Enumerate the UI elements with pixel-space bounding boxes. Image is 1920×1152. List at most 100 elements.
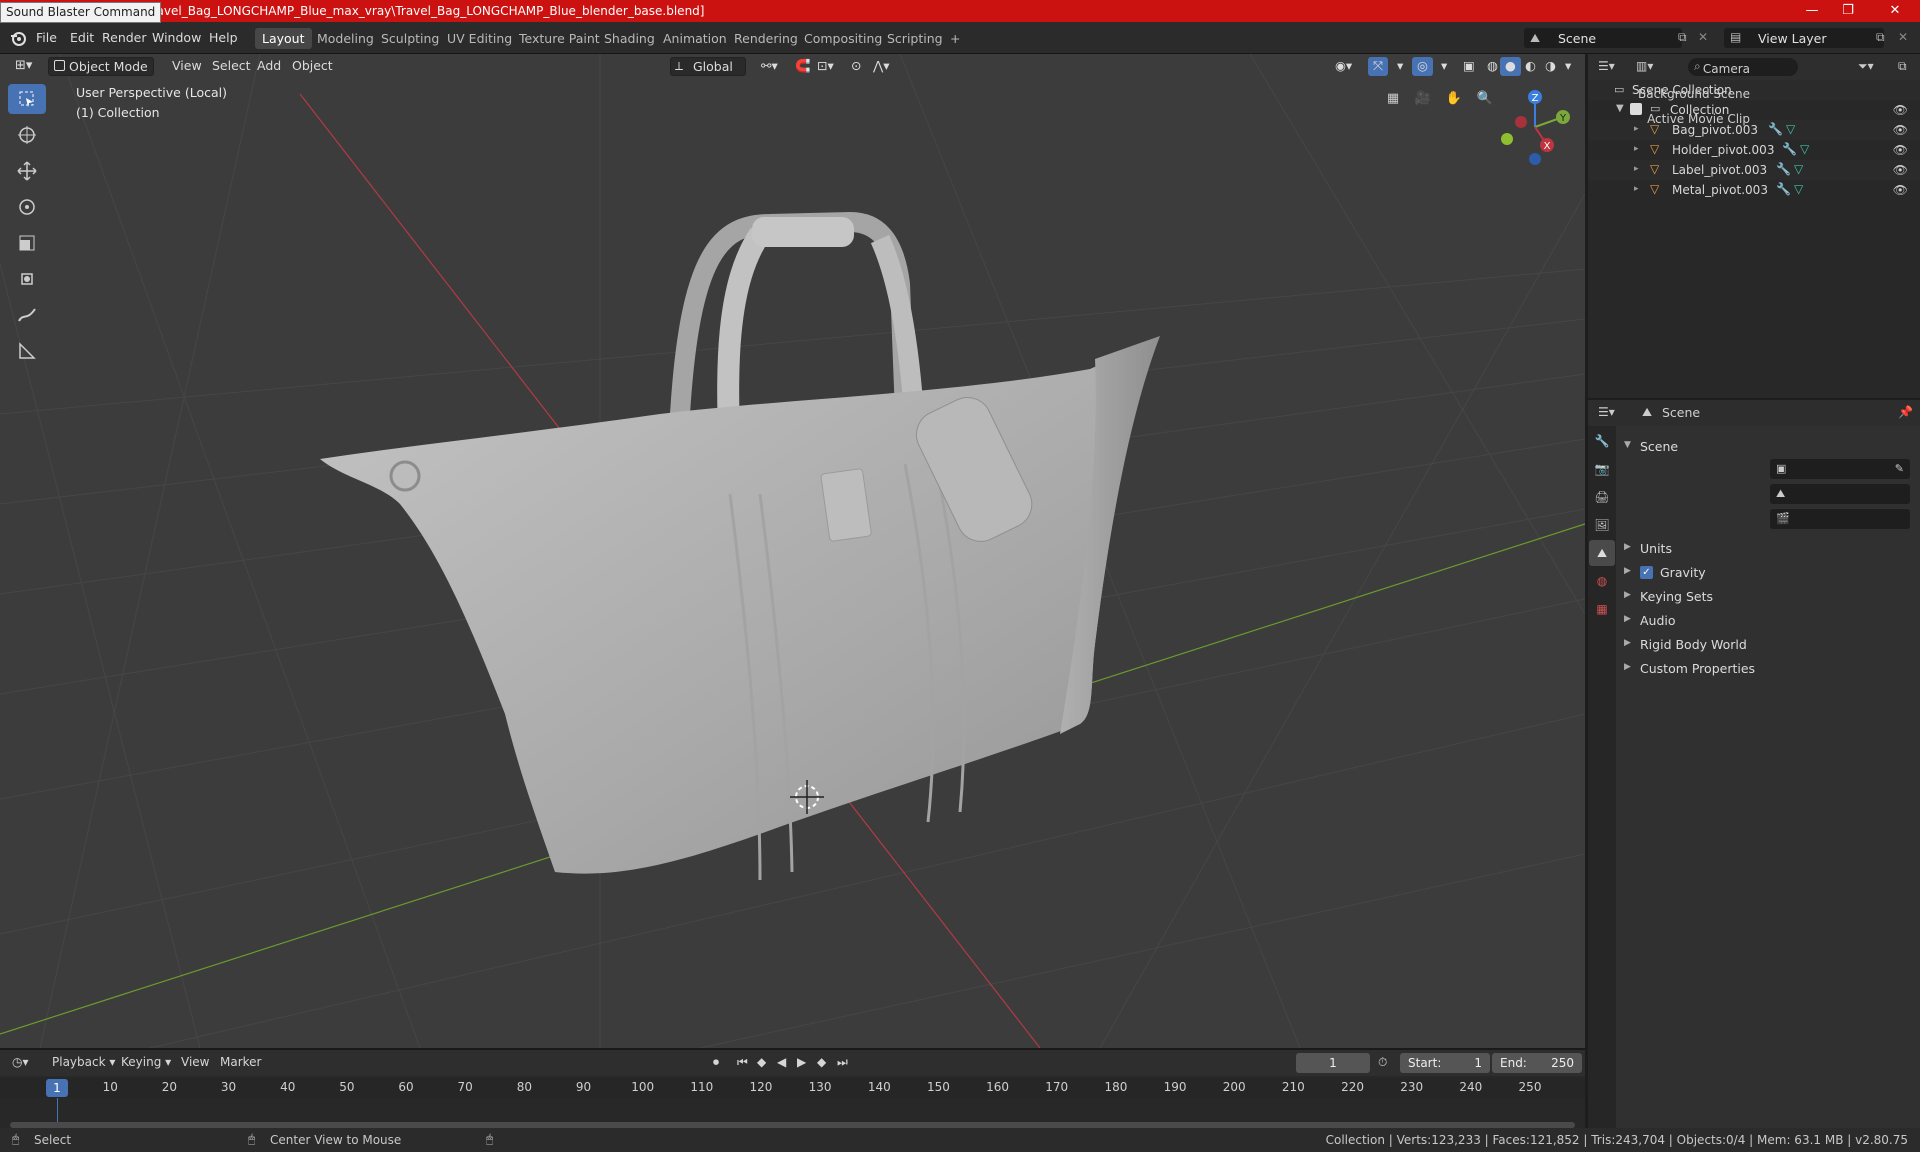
eyedropper-icon[interactable]: ✎: [1895, 462, 1904, 475]
current-frame-field[interactable]: 1: [1296, 1053, 1370, 1073]
background-scene-field[interactable]: ⛰: [1770, 484, 1910, 504]
output-tab-icon[interactable]: 🖨: [1589, 484, 1615, 510]
solid-shading-icon[interactable]: ●: [1500, 57, 1521, 76]
mesh-data-icon[interactable]: ▽: [1800, 142, 1809, 156]
falloff-icon[interactable]: ⋀▾: [868, 57, 895, 76]
mesh-data-icon[interactable]: ▽: [1794, 162, 1803, 176]
navigation-gizmo[interactable]: Z Y X: [1495, 87, 1575, 167]
scene-section-header[interactable]: ▼ Scene: [1618, 436, 1920, 458]
workspace-tab-animation[interactable]: Animation: [656, 28, 734, 49]
keying-menu[interactable]: Keying ▾: [121, 1055, 171, 1069]
viewport-menu-object[interactable]: Object: [287, 57, 338, 76]
select-box-tool-icon[interactable]: [8, 84, 46, 114]
workspace-tab-texture-paint[interactable]: Texture Paint: [512, 28, 607, 49]
outliner-row-object[interactable]: ▸ ▽ Metal_pivot.003 🔧 ▽ 👁: [1588, 180, 1920, 200]
editor-type-icon[interactable]: ⊞▾: [10, 57, 37, 76]
panel-keying-sets[interactable]: ▶ Keying Sets: [1618, 586, 1920, 608]
jump-end-icon[interactable]: ⏭: [837, 1055, 848, 1070]
timeline-view-menu[interactable]: View: [181, 1055, 209, 1069]
gizmo-dropdown-icon[interactable]: ▾: [1392, 57, 1408, 76]
outliner-row-object[interactable]: ▸ ▽ Holder_pivot.003 🔧 ▽ 👁: [1588, 140, 1920, 160]
annotate-tool-icon[interactable]: [8, 300, 46, 330]
gravity-checkbox[interactable]: ✓: [1640, 566, 1653, 579]
gizmo-toggle-icon[interactable]: ⤧: [1368, 57, 1389, 76]
prev-keyframe-icon[interactable]: ◆: [757, 1055, 766, 1069]
workspace-tab-scripting[interactable]: Scripting: [880, 28, 950, 49]
menu-file[interactable]: File: [32, 28, 61, 47]
play-reverse-icon[interactable]: ◀: [777, 1055, 786, 1069]
visibility-icon[interactable]: ◉▾: [1330, 57, 1357, 76]
snap-target-icon[interactable]: ⊡▾: [812, 57, 839, 76]
pivot-point-icon[interactable]: ⚯▾: [756, 57, 783, 76]
filter-icon[interactable]: ⏷▾: [1858, 59, 1874, 74]
panel-rigid-body-world[interactable]: ▶ Rigid Body World: [1618, 634, 1920, 656]
material-shading-icon[interactable]: ◐: [1520, 57, 1541, 76]
frame-ruler[interactable]: 10 20 30 40 50 60 70 80 90 100 110 120 130 140 150 160 1…: [0, 1078, 1585, 1098]
view-layer-tab-icon[interactable]: 🖼: [1589, 512, 1615, 538]
current-frame-indicator[interactable]: 1: [46, 1079, 68, 1097]
scale-tool-icon[interactable]: [8, 228, 46, 258]
cursor-tool-icon[interactable]: [8, 120, 46, 150]
ortho-toggle-icon[interactable]: ▦: [1380, 85, 1406, 111]
pin-icon[interactable]: 📌: [1898, 405, 1913, 419]
properties-editor-type-icon[interactable]: ☰▾: [1598, 405, 1615, 419]
minimize-button[interactable]: —: [1797, 2, 1827, 20]
workspace-tab-sculpting[interactable]: Sculpting: [374, 28, 446, 49]
mesh-data-icon[interactable]: ▽: [1794, 182, 1803, 196]
pan-view-icon[interactable]: ✋: [1441, 85, 1467, 111]
new-collection-icon[interactable]: ⧉: [1898, 59, 1907, 74]
panel-custom-properties[interactable]: ▶ Custom Properties: [1618, 658, 1920, 680]
modifier-wrench-icon[interactable]: 🔧: [1776, 162, 1791, 176]
playback-menu[interactable]: Playback ▾: [52, 1055, 115, 1069]
scene-selector[interactable]: Scene: [1524, 28, 1682, 48]
tool-tab-icon[interactable]: 🔧: [1589, 428, 1615, 454]
timeline-editor-type-icon[interactable]: ◷▾: [12, 1055, 29, 1069]
visibility-eye-icon[interactable]: 👁: [1893, 183, 1908, 197]
modifier-wrench-icon[interactable]: 🔧: [1782, 142, 1797, 156]
overlay-dropdown-icon[interactable]: ▾: [1436, 57, 1452, 76]
menu-edit[interactable]: Edit: [66, 28, 98, 47]
record-icon[interactable]: ⏺: [713, 1055, 719, 1070]
rotate-tool-icon[interactable]: [8, 192, 46, 222]
stopwatch-icon[interactable]: ⏱: [1378, 1055, 1387, 1070]
close-button[interactable]: ✕: [1880, 2, 1910, 20]
delete-view-layer-icon[interactable]: ✕: [1898, 30, 1908, 44]
jump-start-icon[interactable]: ⏮: [737, 1055, 748, 1070]
viewport-menu-view[interactable]: View: [167, 57, 207, 76]
3d-viewport[interactable]: ⊞▾ Object Mode View Select Add Object Gl…: [0, 54, 1585, 1048]
add-workspace-button[interactable]: +: [943, 28, 967, 49]
panel-gravity[interactable]: ▶ ✓ Gravity: [1618, 562, 1920, 584]
texture-tab-icon[interactable]: ▦: [1589, 596, 1615, 622]
camera-field[interactable]: ▣ ✎: [1770, 459, 1910, 479]
marker-menu[interactable]: Marker: [220, 1055, 261, 1069]
measure-tool-icon[interactable]: [8, 336, 46, 366]
view-layer-selector[interactable]: View Layer: [1724, 28, 1884, 48]
visibility-eye-icon[interactable]: 👁: [1893, 163, 1908, 177]
end-frame-field[interactable]: End: 250: [1492, 1053, 1582, 1073]
workspace-tab-uv-editing[interactable]: UV Editing: [440, 28, 519, 49]
panel-audio[interactable]: ▶ Audio: [1618, 610, 1920, 632]
xray-icon[interactable]: ▣: [1458, 57, 1480, 76]
expand-arrow-icon[interactable]: ▸: [1634, 164, 1639, 174]
overlay-toggle-icon[interactable]: ◎: [1412, 57, 1433, 76]
start-frame-field[interactable]: Start: 1: [1400, 1053, 1490, 1073]
mesh-data-icon[interactable]: ▽: [1786, 122, 1795, 136]
visibility-eye-icon[interactable]: 👁: [1893, 103, 1908, 117]
shading-dropdown-icon[interactable]: ▾: [1560, 57, 1576, 76]
maximize-button[interactable]: ❐: [1833, 2, 1863, 20]
active-movie-clip-field[interactable]: 🎬: [1770, 509, 1910, 529]
new-view-layer-icon[interactable]: ⧉: [1876, 30, 1885, 45]
workspace-tab-modeling[interactable]: Modeling: [310, 28, 381, 49]
workspace-tab-shading[interactable]: Shading: [597, 28, 662, 49]
camera-view-icon[interactable]: 🎥: [1410, 85, 1436, 111]
rendered-shading-icon[interactable]: ◑: [1540, 57, 1561, 76]
blender-logo-icon[interactable]: [10, 30, 26, 50]
new-scene-icon[interactable]: ⧉: [1678, 30, 1687, 45]
modifier-wrench-icon[interactable]: 🔧: [1776, 182, 1791, 196]
visibility-eye-icon[interactable]: 👁: [1893, 123, 1908, 137]
render-tab-icon[interactable]: 📷: [1589, 456, 1615, 482]
viewport-menu-add[interactable]: Add: [252, 57, 286, 76]
menu-window[interactable]: Window: [148, 28, 205, 47]
menu-render[interactable]: Render: [98, 28, 151, 47]
scene-tab-icon[interactable]: ⛰: [1589, 540, 1615, 566]
